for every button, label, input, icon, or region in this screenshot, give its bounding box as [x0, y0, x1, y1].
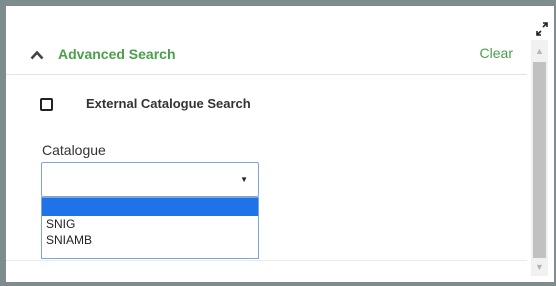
catalogue-option-snig[interactable]: SNIG: [42, 216, 258, 232]
catalogue-option-empty[interactable]: [42, 198, 258, 216]
catalogue-select[interactable]: ▼: [41, 162, 259, 197]
expand-icon[interactable]: [536, 22, 548, 36]
divider: [6, 260, 527, 261]
dropdown-arrow-icon: ▼: [240, 175, 248, 184]
catalogue-dropdown-list: SNIG SNIAMB: [41, 197, 259, 259]
external-catalogue-label[interactable]: External Catalogue Search: [86, 96, 251, 111]
vertical-scrollbar[interactable]: ▲ ▼: [531, 40, 548, 276]
advanced-search-header[interactable]: Advanced Search Clear: [6, 40, 527, 75]
clear-button[interactable]: Clear: [480, 45, 513, 61]
chevron-up-icon[interactable]: [30, 48, 44, 60]
external-catalogue-checkbox[interactable]: [40, 98, 53, 111]
scroll-down-arrow-icon[interactable]: ▼: [531, 260, 548, 274]
catalogue-label: Catalogue: [42, 142, 106, 158]
scrollbar-thumb[interactable]: [533, 62, 546, 258]
catalogue-option-sniamb[interactable]: SNIAMB: [42, 232, 258, 248]
advanced-search-title[interactable]: Advanced Search: [58, 46, 176, 62]
advanced-search-panel: Advanced Search Clear ▲ ▼ External Catal…: [6, 6, 554, 282]
scroll-up-arrow-icon[interactable]: ▲: [531, 44, 548, 58]
